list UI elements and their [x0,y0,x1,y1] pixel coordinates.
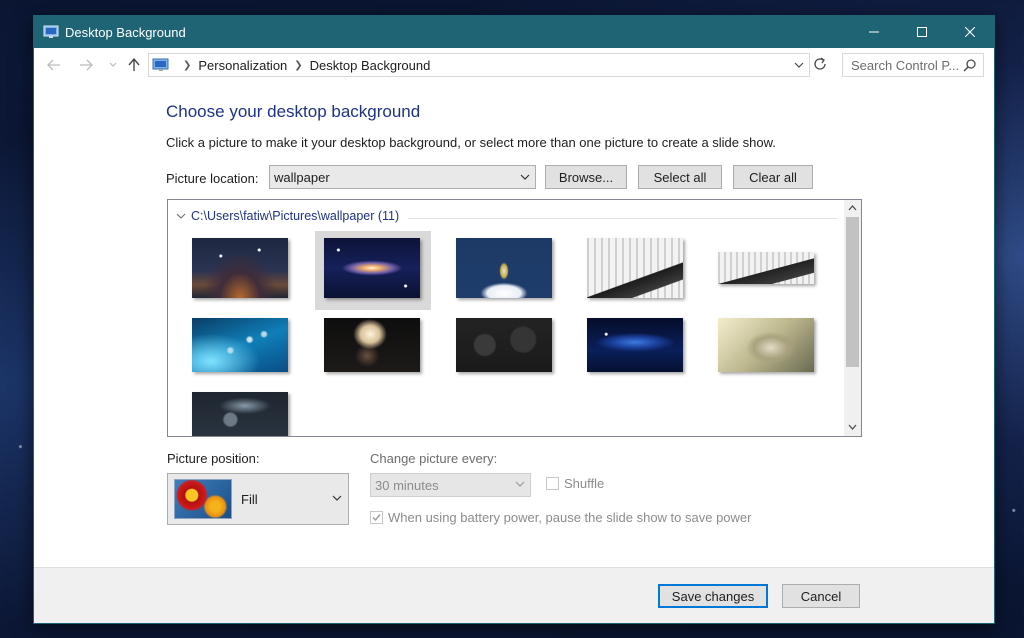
change-picture-interval-value: 30 minutes [375,477,439,493]
thumbnail-galaxy[interactable] [324,238,420,298]
forward-button[interactable] [74,53,98,77]
up-arrow-icon [128,58,140,71]
breadcrumb-separator-icon: ❯ [183,59,192,71]
thumbnail-blue-nebula[interactable] [587,318,683,372]
thumbnail-sleeping-cat[interactable] [718,318,814,372]
picture-position-select[interactable]: Fill [167,473,349,525]
forward-arrow-icon [80,59,93,71]
thumbnail-dark-abstract[interactable] [192,392,288,436]
search-input[interactable]: Search Control P... [842,53,984,77]
thumbnail-rocket-launch[interactable] [456,238,552,298]
scroll-down-icon[interactable] [848,424,857,431]
change-picture-label: Change picture every: [370,451,498,466]
battery-pause-label: When using battery power, pause the slid… [388,510,752,525]
clear-all-button[interactable]: Clear all [733,165,813,189]
wallpaper-group-path: C:\Users\fatiw\Pictures\wallpaper (11) [191,209,400,223]
search-icon [963,59,976,72]
navigation-bar: ❯ Personalization ❯ Desktop Background S… [34,48,994,83]
maximize-button[interactable] [898,16,946,48]
fill-preview-icon [174,479,236,521]
up-button[interactable] [122,53,146,77]
breadcrumb-desktop-background[interactable]: Desktop Background [310,58,431,73]
chevron-down-icon [332,495,342,501]
shuffle-checkbox-box[interactable] [546,477,559,490]
picture-location-label: Picture location: [166,171,259,186]
chevron-down-icon [109,62,117,67]
address-bar[interactable]: ❯ Personalization ❯ Desktop Background [148,53,810,77]
breadcrumb-separator-icon: ❯ [294,59,303,71]
wallpaper-gallery[interactable]: C:\Users\fatiw\Pictures\wallpaper (11) [167,199,862,437]
chevron-down-icon [515,481,525,487]
page-title: Choose your desktop background [166,102,421,121]
page-description: Click a picture to make it your desktop … [166,135,776,150]
minimize-icon [869,31,879,33]
picture-position-value: Fill [241,492,258,507]
thumbnail-starry-night-lake[interactable] [192,238,288,298]
scrollbar-thumb[interactable] [846,217,859,367]
shuffle-label: Shuffle [564,476,605,491]
battery-pause-checkbox[interactable]: When using battery power, pause the slid… [370,510,752,525]
browse-button[interactable]: Browse... [545,165,627,189]
chevron-down-icon [176,213,186,219]
thumbnail-smoke-explosion[interactable] [324,318,420,372]
maximize-icon [917,27,927,37]
personalization-icon [43,25,59,38]
shuffle-checkbox[interactable]: Shuffle [546,476,604,491]
picture-position-label: Picture position: [167,451,260,466]
thumbnail-snowy-road-panorama[interactable] [718,252,814,284]
minimize-button[interactable] [850,16,898,48]
change-picture-interval-select[interactable]: 30 minutes [370,473,531,497]
gallery-scrollbar[interactable] [844,200,861,436]
scroll-up-icon[interactable] [848,204,857,211]
window-title: Desktop Background [65,24,186,40]
breadcrumb-personalization[interactable]: Personalization [198,58,287,73]
refresh-icon[interactable] [812,56,828,72]
picture-location-value: wallpaper [274,169,330,185]
thumbnail-snowy-road[interactable] [587,238,683,298]
back-arrow-icon [47,59,60,71]
thumbnail-dark-paisley[interactable] [456,318,552,372]
control-panel-icon [152,58,169,71]
desktop-background-window: Desktop Background ❯ Personalization ❯ D… [33,15,995,624]
group-divider [408,218,837,219]
battery-pause-checkbox-box[interactable] [370,511,383,524]
title-bar[interactable]: Desktop Background [34,16,994,48]
save-changes-button[interactable]: Save changes [658,584,768,608]
dialog-footer: Save changes Cancel [34,567,994,623]
back-button[interactable] [42,53,66,77]
close-icon [965,27,975,37]
chevron-down-icon[interactable] [793,58,805,72]
checkmark-icon [372,514,381,522]
search-placeholder: Search Control P... [851,57,960,73]
chevron-down-icon [520,174,530,180]
cancel-button[interactable]: Cancel [782,584,860,608]
thumbnail-blue-bokeh[interactable] [192,318,288,372]
wallpaper-group-header[interactable]: C:\Users\fatiw\Pictures\wallpaper (11) [176,209,399,223]
close-button[interactable] [946,16,994,48]
picture-location-select[interactable]: wallpaper [269,165,536,189]
select-all-button[interactable]: Select all [638,165,722,189]
